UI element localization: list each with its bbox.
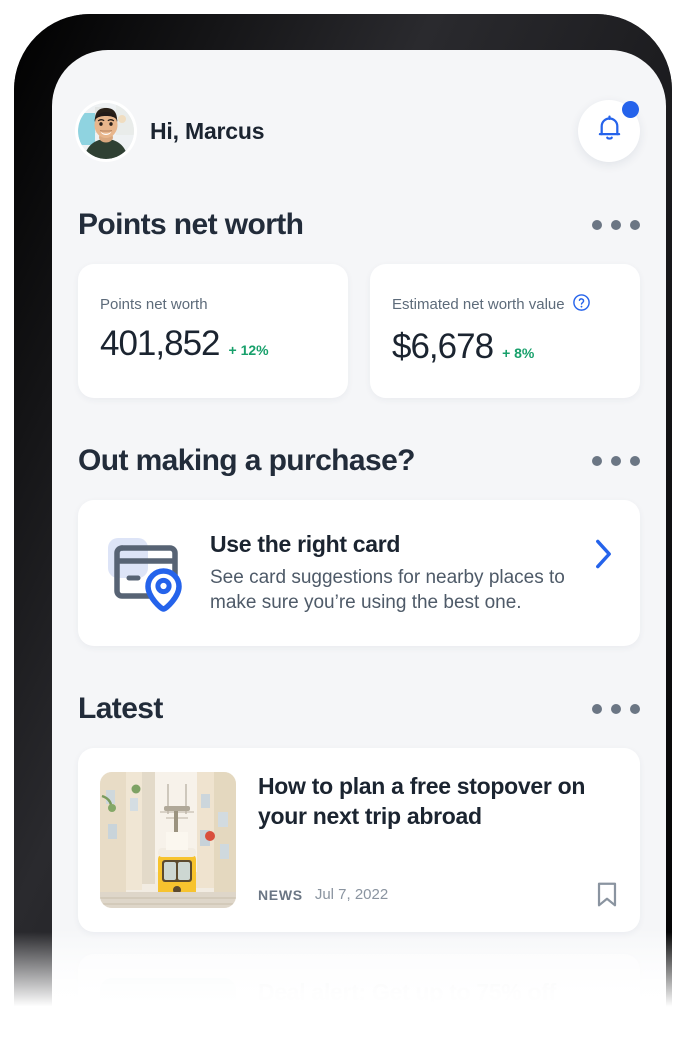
notifications-button[interactable]: [578, 100, 640, 162]
more-options-icon: [630, 456, 640, 466]
article-thumbnail: [100, 978, 236, 1052]
help-circle-icon[interactable]: [572, 293, 591, 316]
more-options-icon: [592, 704, 602, 714]
article-body: Deal alert: Get up to 75% off: [258, 978, 618, 1052]
more-options-icon: [611, 456, 621, 466]
use-right-card-row[interactable]: Use the right card See card suggestions …: [78, 500, 640, 646]
more-options-icon: [611, 704, 621, 714]
stat-delta-badge: + 12%: [228, 342, 269, 358]
bookmark-icon[interactable]: [596, 881, 618, 908]
article-thumbnail: [100, 772, 236, 908]
stat-value: $6,678: [392, 327, 494, 366]
article-title: How to plan a free stopover on your next…: [258, 773, 586, 829]
phone-screen: Hi, Marcus Points net worth Points net w…: [52, 50, 666, 1052]
section-title-purchase: Out making a purchase?: [78, 444, 415, 477]
page-title: Points net worth: [78, 208, 304, 241]
more-options-icon: [592, 220, 602, 230]
purchase-options-button[interactable]: [592, 450, 640, 472]
app-content: Hi, Marcus Points net worth Points net w…: [52, 50, 666, 1052]
more-options-icon: [630, 220, 640, 230]
stat-card-points[interactable]: Points net worth 401,852 + 12%: [78, 264, 348, 398]
app-header: Hi, Marcus: [78, 50, 640, 162]
article-meta: NEWS Jul 7, 2022: [258, 865, 618, 908]
list-item[interactable]: How to plan a free stopover on your next…: [78, 748, 640, 932]
article-title: Deal alert: Get up to 75% off: [258, 979, 557, 1005]
more-options-icon: [611, 220, 621, 230]
promo-subtitle: See card suggestions for nearby places t…: [210, 566, 565, 613]
phone-bezel: Hi, Marcus Points net worth Points net w…: [14, 14, 672, 1052]
bell-icon: [596, 114, 623, 148]
more-options-icon: [592, 456, 602, 466]
list-item[interactable]: Deal alert: Get up to 75% off: [78, 954, 640, 1052]
net-worth-options-button[interactable]: [592, 214, 640, 236]
avatar[interactable]: [78, 103, 134, 159]
stat-value-row: 401,852 + 12%: [100, 324, 326, 364]
promo-title: Use the right card: [210, 530, 401, 557]
greeting-block: Hi, Marcus: [78, 103, 265, 159]
notification-dot: [622, 101, 639, 118]
stat-value-row: $6,678 + 8%: [392, 327, 618, 367]
section-header-purchase: Out making a purchase?: [78, 444, 640, 478]
more-options-icon: [630, 704, 640, 714]
greeting-text: Hi, Marcus: [150, 117, 265, 144]
section-header-net-worth: Points net worth: [78, 208, 640, 242]
status-badge: NEWS: [258, 886, 303, 903]
screenshot-stage: Hi, Marcus Points net worth Points net w…: [0, 0, 690, 1052]
article-date: Jul 7, 2022: [314, 886, 389, 903]
latest-options-button[interactable]: [592, 698, 640, 720]
chevron-right-icon[interactable]: [588, 538, 618, 570]
stat-label: Estimated net worth value: [392, 296, 565, 313]
stat-value: 401,852: [100, 324, 221, 363]
stat-label-wrapper: Estimated net worth value: [392, 293, 618, 316]
section-header-latest: Latest: [78, 692, 640, 726]
stat-card-row: Points net worth 401,852 + 12% Estimated…: [78, 264, 640, 398]
section-title-latest: Latest: [78, 692, 163, 725]
promo-text-block: Use the right card See card suggestions …: [210, 531, 568, 616]
stat-delta-badge: + 8%: [502, 345, 535, 361]
stat-label: Points net worth: [100, 296, 208, 313]
article-body: How to plan a free stopover on your next…: [258, 772, 618, 908]
stat-card-estimated-value[interactable]: Estimated net worth value $6,678 + 8%: [370, 264, 640, 398]
credit-card-location-icon: [104, 530, 190, 616]
